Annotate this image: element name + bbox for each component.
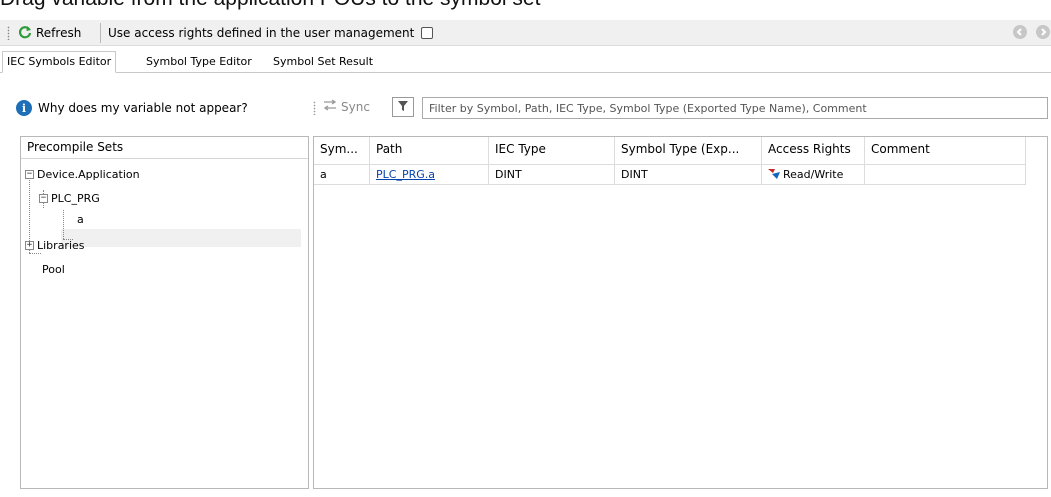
precompile-tree: − Device.Application − PLC_PRG a + Libra… (21, 159, 308, 479)
tree-label: Pool (42, 262, 65, 276)
tree-label: a (77, 212, 84, 226)
tab-symbol-set-result[interactable]: Symbol Set Result (268, 51, 378, 73)
toolbar-separator (100, 23, 101, 43)
info-icon: i (16, 100, 32, 116)
instruction-caption: Drag variable from the application POUs … (0, 0, 760, 11)
column-header-access-rights[interactable]: Access Rights (762, 137, 865, 165)
sync-arrows-icon (323, 99, 337, 114)
cell-symbol-type: DINT (615, 165, 762, 185)
nav-back-icon[interactable] (1013, 25, 1027, 39)
read-write-icon (768, 169, 780, 179)
nav-forward-icon[interactable] (1036, 25, 1050, 39)
refresh-button[interactable]: Refresh (18, 23, 81, 43)
tree-node-a[interactable]: a (77, 210, 84, 228)
path-link[interactable]: PLC_PRG.a (376, 168, 435, 181)
help-link[interactable]: i Why does my variable not appear? (16, 97, 248, 119)
column-header-symbol[interactable]: Sym... (314, 137, 370, 165)
toolbar: Refresh Use access rights defined in the… (0, 20, 1051, 46)
collapse-icon[interactable]: − (25, 169, 34, 179)
expand-icon[interactable]: + (25, 240, 34, 250)
cell-iec-type: DINT (489, 165, 615, 185)
help-label: Why does my variable not appear? (38, 101, 248, 115)
tab-iec-symbols-editor[interactable]: IEC Symbols Editor (2, 51, 117, 73)
column-header-symbol-type[interactable]: Symbol Type (Exp... (615, 137, 762, 165)
cell-symbol: a (314, 165, 370, 185)
sync-label: Sync (341, 99, 370, 114)
column-header-path[interactable]: Path (370, 137, 489, 165)
tree-node-device-application[interactable]: − Device.Application (25, 165, 140, 183)
filter-toggle-button[interactable] (392, 97, 414, 117)
tree-label: Device.Application (37, 167, 140, 181)
precompile-sets-panel: Precompile Sets − Device.Application − P… (20, 136, 309, 489)
tree-node-pool[interactable]: Pool (42, 260, 65, 278)
tree-node-libraries[interactable]: + Libraries (25, 236, 85, 254)
filter-toolbar-grip (313, 101, 316, 115)
tree-label: Libraries (37, 238, 85, 252)
filter-input[interactable] (422, 97, 1048, 119)
access-rights-value: Read/Write (783, 168, 844, 181)
precompile-sets-header: Precompile Sets (21, 137, 308, 159)
cell-comment[interactable] (865, 165, 1026, 185)
collapse-icon[interactable]: − (39, 193, 48, 203)
column-header-iec-type[interactable]: IEC Type (489, 137, 615, 165)
tree-label: PLC_PRG (51, 191, 100, 205)
cell-path: PLC_PRG.a (370, 165, 489, 185)
access-rights-checkbox[interactable] (421, 27, 434, 39)
access-rights-label: Use access rights defined in the user ma… (108, 26, 415, 40)
refresh-icon (18, 25, 32, 42)
sync-button[interactable]: Sync (323, 99, 370, 114)
editor-tabs: IEC Symbols Editor Symbol Type Editor Sy… (0, 47, 1051, 73)
cell-access-rights[interactable]: Read/Write (762, 165, 865, 185)
symbols-grid: Sym... Path IEC Type Symbol Type (Exp...… (313, 136, 1048, 489)
column-header-comment[interactable]: Comment (865, 137, 1026, 165)
toolbar-grip[interactable] (7, 26, 10, 40)
funnel-icon (397, 100, 409, 115)
tab-symbol-type-editor[interactable]: Symbol Type Editor (141, 51, 257, 73)
refresh-label: Refresh (36, 26, 82, 40)
selected-tree-row (61, 229, 301, 247)
access-rights-toggle[interactable]: Use access rights defined in the user ma… (108, 23, 434, 43)
tree-node-plc-prg[interactable]: − PLC_PRG (39, 189, 100, 207)
